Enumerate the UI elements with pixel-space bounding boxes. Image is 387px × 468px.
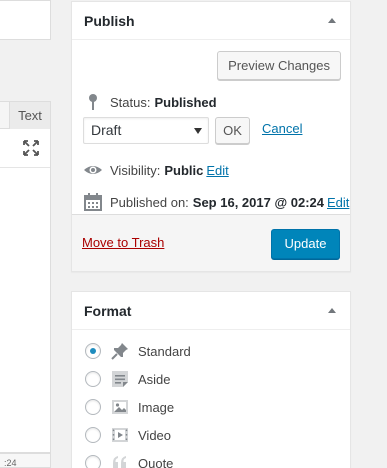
editor-area[interactable]: Text: [0, 101, 51, 453]
visibility-edit-link[interactable]: Edit: [206, 163, 228, 178]
format-label-quote: Quote: [138, 455, 174, 468]
status-cancel-link[interactable]: Cancel: [262, 121, 302, 136]
format-option-video[interactable]: Video: [85, 426, 171, 444]
format-label-aside: Aside: [138, 371, 171, 387]
publish-box: Publish Preview Changes Status: Publishe…: [71, 1, 351, 272]
format-radio-video[interactable]: [85, 427, 101, 443]
published-edit-link[interactable]: Edit: [327, 195, 349, 210]
published-row: Published on: Sep 16, 2017 @ 02:24 Edit: [83, 192, 349, 212]
editor-status-bar: :24: [0, 453, 51, 468]
status-select[interactable]: Draft: [83, 117, 209, 144]
format-label-image: Image: [138, 399, 175, 415]
publish-actions-bar: Move to Trash Update: [72, 214, 350, 271]
image-icon: [112, 400, 128, 414]
quote-icon: [113, 456, 126, 468]
collapse-arrow-icon[interactable]: [328, 18, 336, 23]
publish-box-header[interactable]: Publish: [72, 2, 350, 40]
format-option-aside[interactable]: Aside: [85, 370, 171, 388]
format-radio-standard[interactable]: [85, 343, 101, 359]
format-label-video: Video: [138, 427, 172, 443]
editor-status-text: :24: [4, 458, 17, 468]
format-radio-quote[interactable]: [85, 455, 101, 468]
format-label-standard: Standard: [138, 343, 191, 359]
title-input-edge[interactable]: [0, 0, 51, 40]
tab-text[interactable]: Text: [9, 102, 50, 129]
status-label: Status:: [110, 94, 151, 110]
visibility-row: Visibility: Public Edit: [83, 160, 229, 180]
visibility-label: Visibility:: [110, 162, 161, 178]
collapse-arrow-icon[interactable]: [328, 308, 336, 313]
format-radio-aside[interactable]: [85, 371, 101, 387]
published-label: Published on:: [110, 194, 189, 210]
format-box-header[interactable]: Format: [72, 292, 350, 330]
pushpin-icon: [111, 343, 128, 360]
video-icon: [112, 428, 128, 442]
format-radio-image[interactable]: [85, 399, 101, 415]
format-option-quote[interactable]: Quote: [85, 454, 173, 468]
eye-icon: [84, 166, 102, 174]
update-button[interactable]: Update: [271, 229, 340, 259]
preview-changes-button[interactable]: Preview Changes: [217, 51, 341, 80]
fullscreen-expand-icon[interactable]: [22, 139, 40, 157]
visibility-value: Public: [164, 162, 204, 178]
status-value: Published: [154, 94, 217, 110]
status-row: Status: Published: [83, 92, 217, 112]
editor-tabs: Text: [0, 102, 50, 129]
move-to-trash-link[interactable]: Move to Trash: [82, 235, 164, 250]
format-option-standard[interactable]: Standard: [85, 342, 191, 360]
status-select-value: Draft: [91, 122, 122, 138]
toolbar-divider: [0, 167, 50, 168]
format-box: Format Standard Aside Image Video Quote: [71, 291, 351, 468]
aside-icon: [112, 371, 128, 387]
status-ok-button[interactable]: OK: [215, 117, 250, 144]
format-option-image[interactable]: Image: [85, 398, 174, 416]
calendar-icon: [84, 193, 102, 211]
published-date: Sep 16, 2017 @ 02:24: [192, 194, 324, 210]
format-box-title: Format: [84, 303, 132, 319]
select-caret-icon: [194, 128, 202, 134]
publish-box-title: Publish: [84, 13, 135, 29]
pin-icon: [89, 94, 97, 110]
